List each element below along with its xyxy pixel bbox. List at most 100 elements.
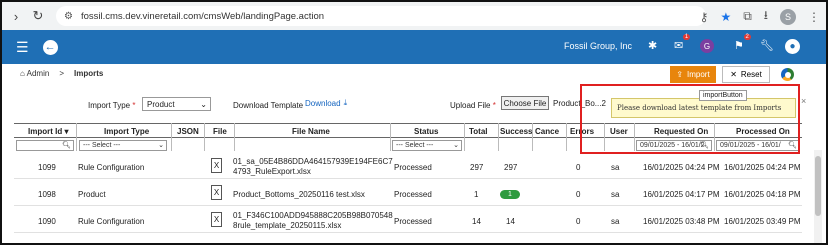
header-file[interactable]: File	[213, 127, 227, 136]
app-header: ☰ ← Fossil Group, Inc ✱ ✉ 1 G ⚑ 2 🔧︎ ●	[2, 30, 826, 64]
filter-row: 🔍︎ --- Select --- ⌄ --- Select --- ⌄ 09/01…	[14, 139, 802, 152]
search-icon: 🔍︎	[788, 142, 797, 149]
cell-errors: 0	[576, 163, 581, 172]
cell-import-type: Rule Configuration	[78, 163, 145, 172]
key-icon[interactable]: ⚷	[700, 10, 709, 24]
excel-file-icon[interactable]: X	[211, 158, 222, 173]
cell-file-name[interactable]: 01_sa_05E4B86DDA464157939E194FE6C7	[233, 157, 393, 166]
cell-import-type: Product	[78, 190, 106, 199]
header-processed-on[interactable]: Processed On	[736, 127, 790, 136]
breadcrumb: ⌂ Admin > Imports	[20, 69, 103, 78]
cell-status: Processed	[394, 190, 432, 199]
cell-file-name-cont[interactable]: 8rule_template_20250115.xlsx	[233, 221, 341, 230]
cell-import-id: 1099	[38, 163, 56, 172]
hamburger-menu-icon[interactable]: ☰	[16, 39, 29, 56]
cell-processed-on: 16/01/2025 03:49 PM	[724, 217, 801, 226]
header-json[interactable]: JSON	[177, 127, 199, 136]
import-type-filter[interactable]: --- Select --- ⌄	[79, 140, 167, 151]
settings-gear-icon[interactable]: ✱	[648, 39, 657, 52]
download-icon: ⤓	[343, 98, 348, 107]
cell-requested-on: 16/01/2025 04:17 PM	[643, 190, 720, 199]
loader-ring-icon[interactable]	[781, 68, 794, 81]
choose-file-button[interactable]: Choose File	[501, 96, 549, 110]
cell-file-name[interactable]: 01_F346C100ADD945888C205B98B070548	[233, 211, 393, 220]
cell-import-id: 1090	[38, 217, 56, 226]
search-icon: 🔍︎	[62, 142, 71, 149]
extensions-icon[interactable]: ⧉	[743, 9, 752, 24]
scrollbar-thumb[interactable]	[815, 156, 821, 216]
tooltip-close-icon[interactable]: ×	[801, 96, 806, 106]
notifications-icon[interactable]: ✉ 1	[674, 34, 691, 52]
chosen-file-name: Product_Bo...2	[553, 99, 606, 108]
requested-on-filter[interactable]: 09/01/2025 - 16/01/2 🔍︎	[636, 140, 712, 151]
reset-button[interactable]: ✕ Reset	[722, 66, 770, 83]
notification-badge: 1	[682, 34, 691, 40]
address-bar[interactable]: ⚙ fossil.cms.dev.vineretail.com/cmsWeb/l…	[56, 6, 706, 26]
browser-toolbar: › ↻ ⚙ fossil.cms.dev.vineretail.com/cmsW…	[2, 2, 826, 30]
profile-avatar[interactable]: S	[780, 8, 796, 25]
element-name-tooltip: importButton	[699, 90, 747, 101]
cell-import-id: 1098	[38, 190, 56, 199]
cell-status: Processed	[394, 163, 432, 172]
flag-icon[interactable]: ⚑ 2	[734, 34, 751, 52]
header-success[interactable]: Success	[500, 127, 532, 136]
url-text: fossil.cms.dev.vineretail.com/cmsWeb/lan…	[80, 10, 325, 22]
download-template-label: Download Template	[233, 101, 304, 110]
wrench-icon[interactable]: 🔧︎	[760, 39, 774, 52]
header-cancel[interactable]: Cance	[535, 127, 559, 136]
reload-icon[interactable]: ↻	[30, 8, 46, 24]
header-errors[interactable]: Errors	[570, 127, 594, 136]
cell-file-name-cont[interactable]: 4793_RuleExport.xlsx	[233, 167, 311, 176]
home-icon: ⌂	[20, 69, 25, 78]
import-id-filter[interactable]: 🔍︎	[16, 140, 74, 151]
table-row[interactable]: 1098 Product X Product_Bottoms_20250116 …	[14, 180, 802, 206]
cell-file-name[interactable]: Product_Bottoms_20250116 test.xlsx	[233, 190, 365, 199]
browser-actions: ⚷ ★ ⧉ ⭳ S ⋮	[700, 6, 820, 27]
browser-menu-icon[interactable]: ⋮	[808, 10, 820, 24]
chevron-down-icon: ⌄	[200, 99, 207, 109]
upload-icon: ⇪	[676, 70, 684, 79]
header-import-id[interactable]: Import Id ▾	[28, 127, 68, 136]
cell-status: Processed	[394, 217, 432, 226]
cell-success: 297	[504, 163, 518, 172]
download-icon[interactable]: ⭳	[764, 6, 768, 27]
header-file-name[interactable]: File Name	[292, 127, 330, 136]
import-button[interactable]: ⇪ Import	[670, 66, 716, 83]
user-initial-avatar[interactable]: G	[700, 39, 714, 53]
status-filter[interactable]: --- Select --- ⌄	[392, 140, 462, 151]
page-title: Imports	[73, 69, 104, 78]
cell-user: sa	[611, 163, 620, 172]
breadcrumb-home[interactable]: ⌂ Admin	[20, 69, 49, 78]
back-arrow-icon[interactable]: ←	[42, 39, 58, 55]
chevron-down-icon: ⌄	[158, 142, 164, 149]
flag-badge: 2	[743, 34, 751, 40]
breadcrumb-separator: >	[59, 69, 64, 78]
header-status[interactable]: Status	[414, 127, 438, 136]
screenshot-frame: › ↻ ⚙ fossil.cms.dev.vineretail.com/cmsW…	[0, 0, 828, 245]
header-total[interactable]: Total	[469, 127, 488, 136]
sort-icon: ▾	[64, 127, 69, 136]
template-hint-tooltip: Please download latest template from Imp…	[611, 98, 796, 118]
forward-arrow-icon[interactable]: ›	[8, 9, 24, 24]
company-name: Fossil Group, Inc	[564, 41, 633, 51]
import-type-select[interactable]: Product ⌄	[142, 97, 211, 111]
header-import-type[interactable]: Import Type	[104, 127, 149, 136]
upload-file-label: Upload File *	[450, 101, 496, 110]
cell-requested-on: 16/01/2025 03:48 PM	[643, 217, 720, 226]
header-requested-on[interactable]: Requested On	[654, 127, 708, 136]
download-link[interactable]: Download ⤓	[305, 98, 347, 108]
cell-total: 297	[470, 163, 484, 172]
table-row[interactable]: 1090 Rule Configuration X 01_F346C100ADD…	[14, 207, 802, 233]
bookmark-star-icon[interactable]: ★	[720, 10, 731, 24]
cell-errors: 0	[576, 217, 581, 226]
processed-on-filter[interactable]: 09/01/2025 - 16/01/🔍︎	[716, 140, 800, 151]
table-header: Import Id ▾ Import Type JSON File File N…	[14, 123, 802, 138]
excel-file-icon[interactable]: X	[211, 212, 222, 227]
excel-file-icon[interactable]: X	[211, 185, 222, 200]
header-user[interactable]: User	[610, 127, 628, 136]
table-row[interactable]: 1099 Rule Configuration X 01_sa_05E4B86D…	[14, 153, 802, 179]
close-icon: ✕	[730, 70, 737, 79]
user-profile-icon[interactable]: ●	[785, 39, 800, 54]
site-settings-icon[interactable]: ⚙	[64, 11, 73, 22]
cell-processed-on: 16/01/2025 04:24 PM	[724, 163, 801, 172]
